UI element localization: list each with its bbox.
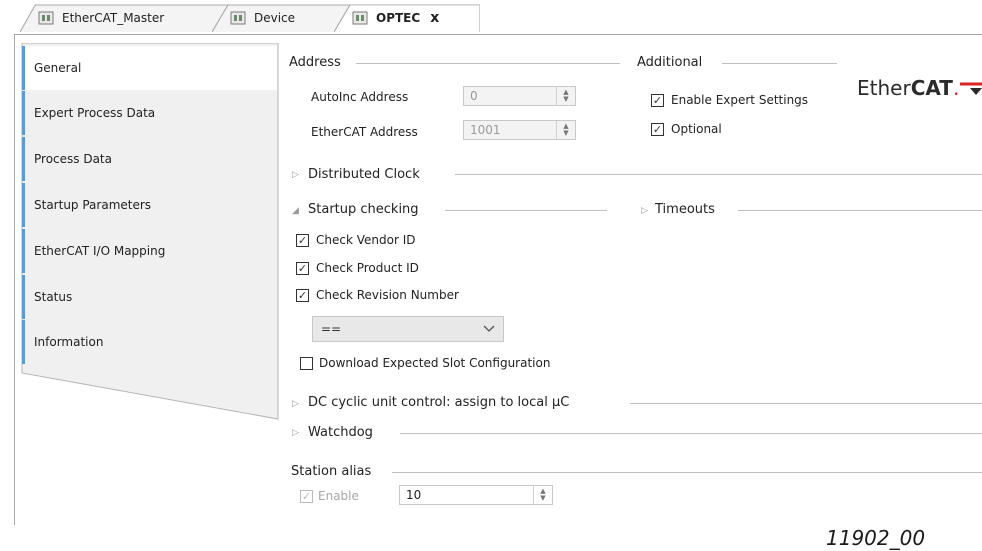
optional-label: Optional — [671, 122, 722, 136]
nav-accent — [22, 229, 25, 273]
spin-arrows-icon[interactable]: ▲ ▼ — [533, 486, 552, 504]
chevron-down-icon — [483, 325, 495, 332]
optional-checkbox[interactable]: ✓ — [651, 123, 664, 136]
nav-item-label: Process Data — [34, 152, 112, 166]
ethercat-address-value: 1001 — [470, 123, 501, 137]
divider — [630, 403, 982, 404]
check-vendor-id-label: Check Vendor ID — [316, 233, 416, 247]
dropdown-value: == — [321, 322, 342, 336]
tab-optec[interactable]: OPTEC x — [334, 4, 480, 32]
enable-expert-settings-label: Enable Expert Settings — [671, 93, 809, 107]
check-product-id-label: Check Product ID — [316, 261, 419, 275]
logo-swoosh-icon — [960, 82, 982, 95]
divider — [400, 433, 982, 434]
startup-checking-title[interactable]: Startup checking — [308, 202, 419, 217]
logo-dot: . — [952, 76, 960, 100]
spin-arrows-icon[interactable]: ▲ ▼ — [556, 121, 575, 139]
logo-bold: CAT — [910, 76, 953, 100]
check-revision-number-label: Check Revision Number — [316, 288, 459, 302]
download-slot-config-label: Download Expected Slot Configuration — [319, 356, 551, 370]
station-alias-title: Station alias — [291, 464, 372, 479]
download-slot-config-checkbox[interactable] — [300, 357, 313, 370]
ethercat-logo: EtherCAT. — [857, 76, 959, 100]
nav-item-ethercat-io-mapping[interactable]: EtherCAT I/O Mapping — [22, 229, 277, 273]
divider — [392, 472, 982, 473]
collapse-triangle-icon[interactable]: ◢ — [292, 206, 299, 216]
divider — [356, 63, 620, 64]
tab-label: EtherCAT_Master — [62, 11, 165, 25]
nav-accent — [22, 320, 25, 364]
editor-tab-bar: EtherCAT_Master Device OPTEC x — [0, 0, 982, 34]
tab-label: OPTEC — [376, 11, 421, 25]
divider — [455, 174, 982, 175]
additional-section-title: Additional — [637, 55, 703, 70]
nav-item-label: Status — [34, 290, 73, 304]
station-alias-value-field[interactable]: 10 ▲ ▼ — [399, 485, 553, 505]
nav-accent — [22, 137, 25, 181]
dc-cyclic-title[interactable]: DC cyclic unit control: assign to local … — [308, 395, 569, 410]
station-alias-enable-label: Enable — [318, 489, 359, 503]
device-icon — [38, 11, 54, 25]
nav-item-label: Startup Parameters — [34, 198, 152, 212]
nav-item-expert-process-data[interactable]: Expert Process Data — [22, 91, 277, 135]
distributed-clock-title[interactable]: Distributed Clock — [308, 167, 420, 182]
nav-item-process-data[interactable]: Process Data — [22, 137, 277, 181]
station-alias-value: 10 — [406, 488, 422, 502]
nav-item-label: EtherCAT I/O Mapping — [34, 244, 166, 258]
timeouts-title[interactable]: Timeouts — [655, 202, 715, 217]
address-section-title: Address — [289, 55, 341, 70]
expand-triangle-icon[interactable]: ▷ — [292, 170, 299, 180]
ethercat-address-label: EtherCAT Address — [311, 125, 418, 139]
check-revision-number-checkbox[interactable]: ✓ — [296, 289, 309, 302]
expand-triangle-icon[interactable]: ▷ — [641, 206, 648, 216]
device-icon — [230, 11, 246, 25]
nav-accent — [22, 183, 25, 227]
nav-item-label: General — [34, 61, 82, 75]
nav-item-label: Information — [34, 335, 104, 349]
nav-item-label: Expert Process Data — [34, 106, 156, 120]
spin-arrows-icon[interactable]: ▲ ▼ — [556, 87, 575, 105]
nav-item-general[interactable]: General — [22, 46, 277, 90]
expand-triangle-icon[interactable]: ▷ — [292, 399, 299, 409]
figure-number: 11902_00 — [826, 526, 926, 550]
nav-item-status[interactable]: Status — [22, 275, 277, 319]
device-icon — [352, 11, 368, 25]
autoinc-address-field[interactable]: 0 ▲ ▼ — [463, 86, 576, 106]
expand-triangle-icon[interactable]: ▷ — [292, 428, 299, 438]
divider — [722, 63, 837, 64]
tab-label: Device — [254, 11, 296, 25]
ethercat-address-field[interactable]: 1001 ▲ ▼ — [463, 120, 576, 140]
nav-accent — [22, 46, 25, 90]
watchdog-title[interactable]: Watchdog — [308, 425, 373, 440]
autoinc-address-value: 0 — [470, 89, 478, 103]
revision-comparison-dropdown[interactable]: == — [312, 316, 504, 342]
check-vendor-id-checkbox[interactable]: ✓ — [296, 234, 309, 247]
autoinc-address-label: AutoInc Address — [311, 90, 409, 104]
station-alias-enable-checkbox[interactable]: ✓ — [300, 490, 313, 503]
enable-expert-settings-checkbox[interactable]: ✓ — [651, 94, 664, 107]
check-product-id-checkbox[interactable]: ✓ — [296, 262, 309, 275]
nav-accent — [22, 275, 25, 319]
tab-ethercat-master[interactable]: EtherCAT_Master — [20, 4, 238, 32]
divider — [445, 210, 607, 211]
nav-item-startup-parameters[interactable]: Startup Parameters — [22, 183, 277, 227]
nav-accent — [22, 91, 25, 135]
close-tab-button[interactable]: x — [430, 10, 439, 26]
divider — [738, 210, 982, 211]
logo-prefix: Ether — [857, 76, 911, 100]
nav-item-information[interactable]: Information — [22, 320, 277, 364]
